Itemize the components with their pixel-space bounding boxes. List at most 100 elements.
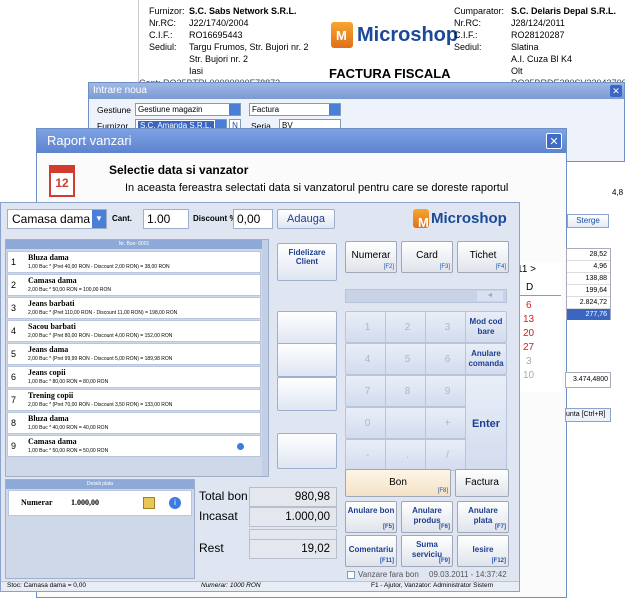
info-icon[interactable]: i	[169, 497, 181, 509]
enter-button[interactable]: Enter	[465, 375, 507, 471]
status-help: F1 - Ajutor, Vanzator: Administrator Sis…	[371, 582, 493, 589]
key-3[interactable]: 3	[425, 311, 470, 343]
invoice-cumparator-label: Cumparator:	[454, 6, 505, 16]
anulare-produs-key: [F6]	[439, 524, 450, 530]
key-1[interactable]: 1	[345, 311, 390, 343]
invoice-c-sediul-label: Sediul:	[454, 42, 482, 52]
list-item[interactable]: 5 Jeans dama 2,00 Buc * (Pret 99,99 RON - …	[7, 343, 261, 365]
backspace-icon[interactable]: ◄	[477, 291, 503, 301]
incasat-label: Incasat	[199, 509, 238, 523]
key-slash[interactable]: /	[425, 439, 470, 471]
raport-subtitle: In aceasta fereastra selectati data si v…	[125, 182, 509, 194]
comentariu-button[interactable]: Comentariu [F11]	[345, 535, 397, 567]
bon-button[interactable]: Bon [F8]	[345, 469, 451, 497]
cauta-button[interactable]: unta [Ctrl+R]	[565, 408, 611, 422]
numerar-key: [F2]	[383, 264, 394, 270]
key-empty[interactable]	[385, 407, 430, 439]
list-item[interactable]: 3 Jeans barbati 2,00 Buc * (Pret 110,00 RO…	[7, 297, 261, 319]
key-6[interactable]: 6	[425, 343, 470, 375]
anulare-produs-button[interactable]: Anulare produs [F6]	[401, 501, 453, 533]
invoice-sediul-1: Targu Frumos, Str. Bujori nr. 2	[189, 42, 309, 52]
quick-button-1[interactable]	[277, 311, 337, 345]
calendar-day[interactable]: 3	[526, 356, 532, 367]
item-number: 9	[11, 441, 17, 451]
invoice-c-cif: RO28120287	[511, 30, 565, 40]
invoice-cumparator: S.C. Delaris Depal S.R.L.	[511, 6, 617, 16]
datetime: 09.03.2011 - 14:37:42	[429, 570, 507, 579]
doc-type-select[interactable]: Factura	[249, 103, 341, 116]
key-8[interactable]: 8	[385, 375, 430, 407]
suma-serviciu-button[interactable]: Suma serviciu [F9]	[401, 535, 453, 567]
list-item[interactable]: 7 Trening copii 2,00 Buc * (Pret 70,00 RON…	[7, 389, 261, 411]
vanzare-fara-bon-checkbox[interactable]	[347, 571, 355, 579]
calendar-day[interactable]: 6	[526, 300, 532, 311]
key-9[interactable]: 9	[425, 375, 470, 407]
key-5[interactable]: 5	[385, 343, 430, 375]
item-detail: 2,00 Buc * (Pret 110,00 RON - Discount 1…	[28, 310, 178, 316]
detalii-plata-panel: Detalii plata Numerar 1.000,00 i	[5, 479, 195, 579]
anulare-bon-key: [F5]	[383, 524, 394, 530]
invoice-furnizor: S.C. Sabs Network S.R.L.	[189, 6, 297, 16]
item-detail: 2,00 Buc * (Pret 99,99 RON - Discount 5,…	[28, 356, 173, 362]
suma-serviciu-label: Suma serviciu	[411, 540, 443, 559]
list-item[interactable]: 6 Jeans copii 1,00 Buc * 80,00 RON = 80,00…	[7, 366, 261, 388]
list-item[interactable]: 9 Camasa dama 1,00 Buc * 50,00 RON = 50,00…	[7, 435, 261, 457]
quick-button-3[interactable]	[277, 377, 337, 411]
anulare-comanda-button[interactable]: Anulare comanda	[465, 343, 507, 375]
info-icon[interactable]	[237, 443, 244, 450]
cash-icon	[143, 497, 155, 509]
iesire-label: Iesire	[472, 545, 494, 554]
key-4[interactable]: 4	[345, 343, 390, 375]
gestiune-select[interactable]: Gestiune magazin	[135, 103, 241, 116]
cant-input[interactable]: 1.00	[143, 209, 189, 229]
iesire-button[interactable]: Iesire [F12]	[457, 535, 509, 567]
item-number: 1	[11, 257, 17, 267]
anulare-plata-button[interactable]: Anulare plata [F7]	[457, 501, 509, 533]
list-item[interactable]: 1 Bluza dama 1,00 Buc * (Pret 40,00 RON - …	[7, 251, 261, 273]
invoice-nrrc: J22/1740/2004	[189, 18, 249, 28]
tichet-button[interactable]: Tichet [F4]	[457, 241, 509, 273]
side-number: 4,8	[612, 188, 624, 197]
calendar-day[interactable]: 20	[523, 328, 534, 339]
raport-close-icon[interactable]: ✕	[546, 133, 562, 149]
list-item[interactable]: 2 Camasa dama 2,00 Buc * 50,00 RON = 100,0…	[7, 274, 261, 296]
key-2[interactable]: 2	[385, 311, 430, 343]
iesire-key: [F12]	[491, 558, 506, 564]
item-title: Camasa dama	[28, 276, 77, 285]
quick-button-2[interactable]	[277, 343, 337, 377]
key-0[interactable]: 0	[345, 407, 390, 439]
key-7[interactable]: 7	[345, 375, 390, 407]
plata-suma: 1.000,00	[71, 498, 99, 507]
intrare-close-icon[interactable]: ✕	[610, 85, 622, 97]
key-dot[interactable]: .	[385, 439, 430, 471]
calendar-day[interactable]: 27	[523, 342, 534, 353]
sterge-button[interactable]: Sterge	[567, 214, 609, 228]
anulare-bon-button[interactable]: Anulare bon [F5]	[345, 501, 397, 533]
item-detail: 1,00 Buc * 80,00 RON = 80,00 RON	[28, 379, 109, 385]
numerar-button[interactable]: Numerar [F2]	[345, 241, 397, 273]
numerar-label: Numerar	[351, 250, 391, 261]
calendar-day-header: D	[526, 282, 534, 293]
invoice-c-adresa: A.I. Cuza Bl K4	[511, 54, 573, 64]
scrollbar[interactable]	[262, 240, 268, 476]
list-item[interactable]: 4 Sacou barbati 2,00 Buc * (Pret 80,00 RON…	[7, 320, 261, 342]
calendar-day[interactable]: 10	[523, 370, 534, 381]
plata-row[interactable]: Numerar 1.000,00 i	[8, 490, 192, 516]
invoice-nrrc-label: Nr.RC:	[149, 18, 176, 28]
calendar-day[interactable]: 13	[523, 314, 534, 325]
key-plus[interactable]: +	[425, 407, 470, 439]
mod-cod-bare-button[interactable]: Mod cod bare	[465, 311, 507, 343]
product-select[interactable]: Camasa dama ▼	[7, 209, 107, 229]
item-number: 8	[11, 418, 17, 428]
item-title: Bluza dama	[28, 253, 69, 262]
key-minus[interactable]: -	[345, 439, 390, 471]
discount-input[interactable]: 0,00	[233, 209, 273, 229]
list-item[interactable]: 8 Bluza dama 1,00 Buc * 40,00 RON = 40,00 …	[7, 412, 261, 434]
adauga-button[interactable]: Adauga	[277, 209, 335, 229]
factura-button[interactable]: Factura	[455, 469, 509, 497]
card-button[interactable]: Card [F3]	[401, 241, 453, 273]
item-number: 3	[11, 303, 17, 313]
quick-button-4[interactable]	[277, 433, 337, 469]
fidelizare-client-button[interactable]: Fidelizare Client	[277, 243, 337, 281]
microshop-bag-icon	[413, 209, 429, 230]
